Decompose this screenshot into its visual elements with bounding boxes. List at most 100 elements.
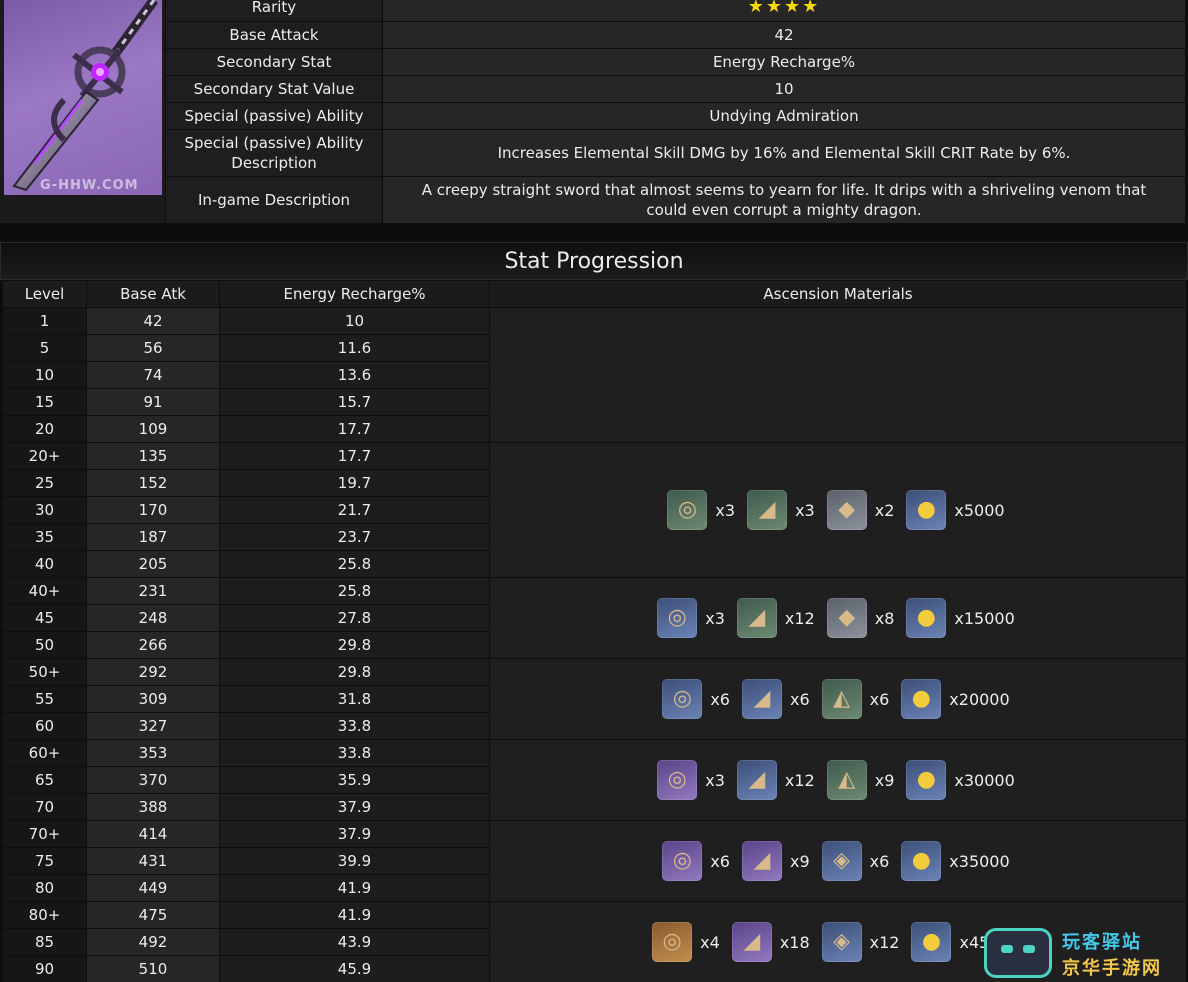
energy-recharge-cell: 21.7 [219, 496, 490, 524]
horn-tusk-icon: ◢ [736, 760, 777, 800]
material-quantity: x6 [869, 851, 890, 871]
energy-recharge-cell: 39.9 [219, 847, 490, 875]
base-atk-cell: 388 [86, 793, 220, 821]
level-cell: 40+ [2, 577, 87, 605]
base-atk-cell: 231 [86, 577, 220, 605]
material-quantity: x3 [795, 500, 815, 520]
mask-fragment-icon: ◆ [826, 490, 867, 530]
header-energy-recharge: Energy Recharge% [219, 280, 490, 308]
material-glyph: ◭ [838, 767, 856, 792]
material-glyph: ◢ [753, 848, 771, 873]
level-cell: 60 [2, 712, 87, 740]
material-glyph: ◎ [662, 929, 682, 954]
base-atk-cell: 266 [86, 631, 220, 659]
energy-recharge-cell: 15.7 [219, 388, 490, 416]
base-atk-cell: 309 [86, 685, 220, 713]
material-quantity: x12 [869, 932, 900, 952]
level-cell: 25 [2, 469, 87, 497]
bronze-horn-icon: ◎ [657, 760, 698, 800]
base-atk-cell: 449 [86, 874, 220, 902]
materials-list: ◎ x3 ◢ x12 ◆ x8 ● x15000 [490, 598, 1186, 638]
ascension-materials-cell: ◎ x3 ◢ x12 ◆ x8 ● x15000 [489, 577, 1187, 659]
material-quantity: x12 [784, 770, 815, 790]
material-glyph: ◎ [672, 686, 692, 711]
material-glyph: ● [921, 929, 942, 954]
material-glyph: ◎ [677, 497, 698, 522]
materials-list: ◎ x3 ◢ x12 ◭ x9 ● x30000 [490, 760, 1186, 800]
stat-progression: Stat Progression Level Base Atk Energy R… [0, 242, 1188, 982]
header-level: Level [2, 280, 87, 308]
level-cell: 70 [2, 793, 87, 821]
mora-coin-icon: ● [906, 598, 947, 638]
weapon-info: G-HHW.COM Rarity ★★★★ Base Attack 42 Sec… [0, 0, 1188, 224]
material-glyph: ● [911, 686, 931, 711]
horn-tusk-icon: ◢ [741, 841, 782, 881]
horn-tusk-icon: ◢ [741, 679, 782, 719]
material-quantity: x6 [710, 689, 730, 709]
material-glyph: ◢ [743, 929, 761, 954]
level-cell: 35 [2, 523, 87, 551]
info-label: Rarity [165, 0, 383, 22]
info-row-rarity: Rarity ★★★★ [165, 0, 1186, 22]
level-cell: 15 [2, 388, 87, 416]
energy-recharge-cell: 17.7 [219, 442, 490, 470]
base-atk-cell: 170 [86, 496, 220, 524]
info-value: A creepy straight sword that almost seem… [382, 176, 1186, 224]
energy-recharge-cell: 25.8 [219, 577, 490, 605]
ascension-materials-cell: ◎ x6 ◢ x6 ◭ x6 ● x20000 [489, 658, 1187, 740]
info-row: Special (passive) Ability Description In… [165, 129, 1186, 177]
watermark-line1: 玩客驿站 [1062, 932, 1142, 953]
level-cell: 40 [2, 550, 87, 578]
ascension-materials-cell: ◎ x6 ◢ x9 ◈ x6 ● x35000 [489, 820, 1187, 902]
base-atk-cell: 187 [86, 523, 220, 551]
level-cell: 80 [2, 874, 87, 902]
info-label: In-game Description [165, 176, 383, 224]
horn-tusk-icon: ◢ [731, 922, 772, 962]
material-glyph: ◢ [748, 605, 766, 630]
level-cell: 65 [2, 766, 87, 794]
rarity-stars: ★★★★ [382, 0, 1186, 22]
header-ascension-materials: Ascension Materials [489, 280, 1187, 308]
site-watermark: 玩客驿站 京华手游网 [982, 922, 1188, 982]
material-glyph: ◎ [667, 605, 687, 630]
energy-recharge-cell: 43.9 [219, 928, 490, 956]
material-glyph: ◆ [838, 605, 856, 630]
bronze-horn-icon: ◎ [662, 679, 703, 719]
energy-recharge-cell: 17.7 [219, 415, 490, 443]
level-cell: 75 [2, 847, 87, 875]
energy-recharge-cell: 31.8 [219, 685, 490, 713]
base-atk-cell: 109 [86, 415, 220, 443]
level-cell: 30 [2, 496, 87, 524]
stat-table: Level Base Atk Energy Recharge% Ascensio… [2, 280, 1187, 982]
level-cell: 55 [2, 685, 87, 713]
info-value: Undying Admiration [382, 102, 1186, 130]
base-atk-cell: 205 [86, 550, 220, 578]
material-glyph: ◢ [753, 686, 771, 711]
level-cell: 60+ [2, 739, 87, 767]
material-glyph: ● [916, 605, 936, 630]
robot-logo-icon [984, 928, 1052, 978]
energy-recharge-cell: 35.9 [219, 766, 490, 794]
spiked-mask-icon: ◭ [821, 679, 862, 719]
info-value: Energy Recharge% [382, 48, 1186, 76]
material-quantity: x3 [705, 608, 725, 628]
horn-tusk-icon: ◢ [747, 490, 788, 530]
mask-fragment-icon: ◆ [826, 598, 867, 638]
base-atk-cell: 91 [86, 388, 220, 416]
level-cell: 20+ [2, 442, 87, 470]
energy-recharge-cell: 37.9 [219, 820, 490, 848]
info-row: In-game Description A creepy straight sw… [165, 176, 1186, 224]
energy-recharge-cell: 37.9 [219, 793, 490, 821]
bronze-horn-icon: ◎ [667, 490, 708, 530]
energy-recharge-cell: 11.6 [219, 334, 490, 362]
ascension-materials-cell: ◎ x3 ◢ x12 ◭ x9 ● x30000 [489, 739, 1187, 821]
energy-recharge-cell: 33.8 [219, 739, 490, 767]
ornate-mask-icon: ◈ [821, 841, 862, 881]
material-quantity: x6 [869, 689, 890, 709]
base-atk-cell: 248 [86, 604, 220, 632]
table-row: 70+ 414 37.9 ◎ x6 ◢ x9 ◈ x6 ● x35000 [2, 820, 1187, 902]
energy-recharge-cell: 27.8 [219, 604, 490, 632]
material-quantity: x6 [789, 689, 810, 709]
ascension-materials-cell [489, 307, 1187, 443]
bronze-horn-icon: ◎ [652, 922, 693, 962]
